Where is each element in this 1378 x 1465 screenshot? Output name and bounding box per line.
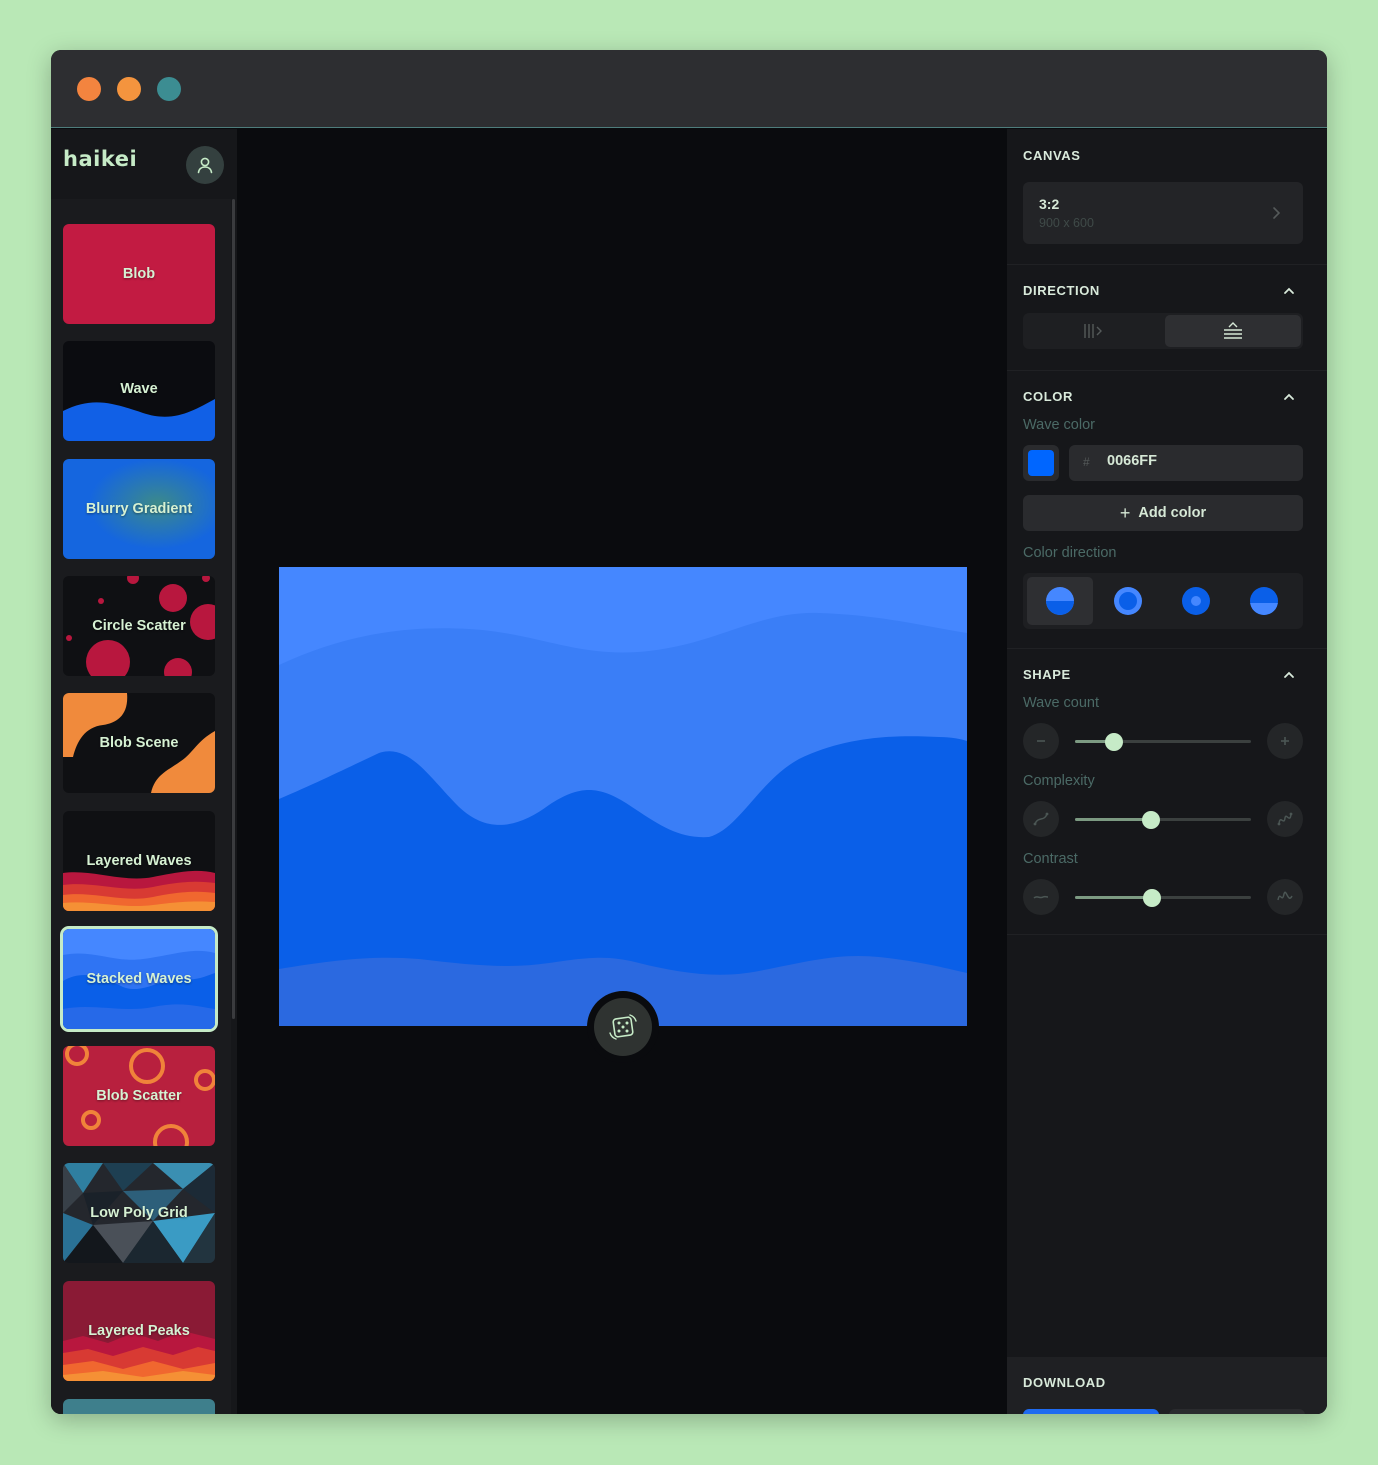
direction-vertical-option[interactable] <box>1165 315 1301 347</box>
color-direction-inner-option[interactable] <box>1163 577 1229 625</box>
hex-value: 0066FF <box>1107 453 1157 469</box>
gradient-ring-icon <box>1114 587 1142 615</box>
wave-count-slider[interactable] <box>1075 732 1251 751</box>
generator-card-label: Blurry Gradient <box>85 501 193 517</box>
add-color-button[interactable]: + Add color <box>1023 495 1303 531</box>
generator-card-circle-scatter[interactable]: Circle Scatter <box>63 576 215 676</box>
contrast-slider-handle[interactable] <box>1143 888 1162 907</box>
generator-card-label: Wave <box>120 381 158 397</box>
generator-card-label: Low Poly Grid <box>90 1205 188 1221</box>
low-contrast-wave-icon <box>1033 895 1049 899</box>
color-direction-outer-option[interactable] <box>1095 577 1161 625</box>
plus-icon <box>1281 737 1289 745</box>
generator-card-layered-waves[interactable]: Layered Waves <box>63 811 215 911</box>
maximize-window-button[interactable] <box>157 77 181 101</box>
complexity-slider[interactable] <box>1075 810 1251 829</box>
generator-card-label: Circle Scatter <box>92 618 186 634</box>
generator-list: Blob Wave Blurry Gradient Circle Scatter… <box>51 199 231 1414</box>
direction-horizontal-option[interactable] <box>1025 315 1161 347</box>
wave-color-label: Wave color <box>1023 417 1095 433</box>
close-window-button[interactable] <box>77 77 101 101</box>
simple-curve-icon <box>1033 812 1049 826</box>
gradient-top-icon <box>1046 587 1074 615</box>
add-color-label: Add color <box>1138 505 1207 521</box>
chevron-up-icon[interactable] <box>1283 285 1295 297</box>
plus-icon: + <box>1119 502 1131 523</box>
generator-card-blurry-gradient[interactable]: Blurry Gradient <box>63 459 215 559</box>
color-direction-top-option[interactable] <box>1027 577 1093 625</box>
contrast-slider[interactable] <box>1075 888 1251 907</box>
wave-count-label: Wave count <box>1023 695 1100 711</box>
app-window: haikei Blob Wave Blurry Gradient Circle … <box>51 50 1327 1414</box>
generator-card-label: Blob <box>122 266 156 282</box>
randomize-button[interactable] <box>587 991 659 1063</box>
shape-section-title: SHAPE <box>1023 667 1071 682</box>
chevron-up-icon[interactable] <box>1283 669 1295 681</box>
wave-count-increase-button[interactable] <box>1267 723 1303 759</box>
hex-hash: # <box>1083 455 1090 469</box>
wave-count-slider-handle[interactable] <box>1104 732 1123 751</box>
contrast-label: Contrast <box>1023 851 1078 867</box>
generator-card-low-poly-grid[interactable]: Low Poly Grid <box>63 1163 215 1263</box>
gradient-bottom-icon <box>1250 587 1278 615</box>
complexity-increase-button[interactable] <box>1267 801 1303 837</box>
wave-color-swatch[interactable] <box>1023 445 1059 481</box>
chevron-up-icon[interactable] <box>1283 391 1295 403</box>
complexity-slider-handle[interactable] <box>1141 810 1160 829</box>
canvas-section-title: CANVAS <box>1023 148 1081 163</box>
gradient-center-icon <box>1182 587 1210 615</box>
minus-icon <box>1037 740 1045 742</box>
generator-card-label: Layered Peaks <box>88 1323 190 1339</box>
generator-card-blob-scene[interactable]: Blob Scene <box>63 693 215 793</box>
canvas-ratio: 3:2 <box>1039 196 1060 212</box>
canvas-section: CANVAS 3:2 900 x 600 <box>1007 129 1327 265</box>
direction-section-title: DIRECTION <box>1023 283 1100 298</box>
generator-card-label: Layered Waves <box>86 853 192 869</box>
generator-card-next[interactable] <box>63 1399 215 1414</box>
wave-count-decrease-button[interactable] <box>1023 723 1059 759</box>
canvas-size-selector[interactable]: 3:2 900 x 600 <box>1023 182 1303 244</box>
horizontal-direction-icon <box>1084 324 1102 338</box>
generator-card-wave[interactable]: Wave <box>63 341 215 441</box>
complexity-decrease-button[interactable] <box>1023 801 1059 837</box>
user-icon <box>197 157 213 174</box>
wave-color-hex-input[interactable]: # 0066FF <box>1069 445 1303 481</box>
wave-preview <box>279 567 967 1026</box>
dice-icon <box>609 1014 637 1040</box>
color-direction-bottom-option[interactable] <box>1231 577 1297 625</box>
chevron-right-icon <box>1273 207 1281 219</box>
vertical-direction-icon <box>1224 322 1242 339</box>
sidebar-scrollbar[interactable] <box>232 199 235 1019</box>
user-account-button[interactable] <box>186 146 224 184</box>
canvas-dimensions: 900 x 600 <box>1039 216 1094 230</box>
brand-logo[interactable]: haikei <box>63 147 137 171</box>
generator-card-blob-scatter[interactable]: Blob Scatter <box>63 1046 215 1146</box>
generator-card-blob[interactable]: Blob <box>63 224 215 324</box>
contrast-decrease-button[interactable] <box>1023 879 1059 915</box>
download-secondary-button[interactable] <box>1169 1409 1305 1414</box>
shape-section: SHAPE Wave count Complexity Contrast <box>1007 649 1327 935</box>
settings-panel: CANVAS 3:2 900 x 600 DIRECTION COLOR Wav… <box>1007 129 1327 1414</box>
generator-sidebar: haikei Blob Wave Blurry Gradient Circle … <box>51 129 237 1414</box>
title-bar <box>51 50 1327 128</box>
complex-curve-icon <box>1277 812 1293 826</box>
canvas-area <box>237 129 1007 1414</box>
generator-card-label: Stacked Waves <box>86 971 192 987</box>
color-direction-label: Color direction <box>1023 545 1117 561</box>
direction-toggle <box>1023 313 1303 349</box>
download-section: DOWNLOAD <box>1007 1357 1327 1414</box>
complexity-label: Complexity <box>1023 773 1095 789</box>
high-contrast-wave-icon <box>1277 891 1293 901</box>
color-section-title: COLOR <box>1023 389 1073 404</box>
download-primary-button[interactable] <box>1023 1409 1159 1414</box>
color-direction-options <box>1023 573 1303 629</box>
minimize-window-button[interactable] <box>117 77 141 101</box>
download-section-title: DOWNLOAD <box>1023 1375 1106 1390</box>
generator-card-label: Blob Scene <box>99 735 179 751</box>
contrast-increase-button[interactable] <box>1267 879 1303 915</box>
generator-card-layered-peaks[interactable]: Layered Peaks <box>63 1281 215 1381</box>
generator-card-stacked-waves[interactable]: Stacked Waves <box>60 926 218 1032</box>
generator-card-label: Blob Scatter <box>96 1088 182 1104</box>
